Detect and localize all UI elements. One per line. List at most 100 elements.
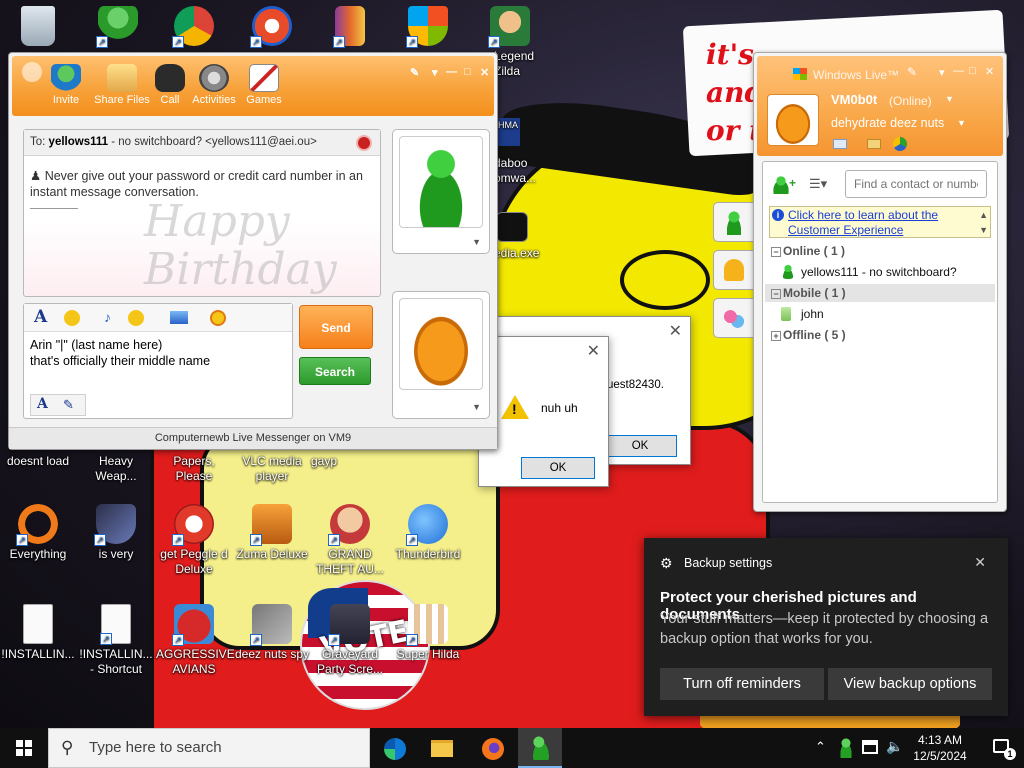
taskbar-app-firefox[interactable] xyxy=(470,728,514,768)
backup-notification[interactable]: ⚙ Backup settings ✕ Protect your cherish… xyxy=(644,538,1008,716)
group-offline[interactable]: + Offline ( 5 ) xyxy=(765,326,995,344)
desktop-icon-heavy-weapon[interactable]: Heavy Weap... xyxy=(78,454,154,484)
text-mode-icon[interactable]: A xyxy=(37,396,48,412)
minimize-icon[interactable]: — xyxy=(446,66,457,78)
desktop-icon-chrome[interactable]: ↗ xyxy=(156,6,232,49)
show-hidden-icons-icon[interactable]: ⌃ xyxy=(815,739,826,755)
contacts-tab[interactable] xyxy=(713,202,753,242)
scroll-up-icon[interactable]: ▲ xyxy=(979,208,988,223)
desktop-icon-peggle-deluxe[interactable]: ↗ get Peggle d Deluxe xyxy=(156,504,232,577)
my-status[interactable]: (Online) xyxy=(889,94,932,108)
activities-button[interactable]: Activities xyxy=(186,64,242,106)
volume-icon[interactable]: 🔈 xyxy=(886,738,903,755)
nudge-icon[interactable] xyxy=(210,310,226,326)
maximize-icon[interactable]: □ xyxy=(969,65,976,77)
taskbar-app-edge[interactable] xyxy=(372,728,416,768)
wink-icon[interactable] xyxy=(128,310,144,326)
desktop-icon-installing[interactable]: !INSTALLIN... xyxy=(0,604,76,662)
close-icon[interactable]: ✕ xyxy=(587,341,600,361)
conversation-history[interactable]: Happy Birthday To: yellows111 - no switc… xyxy=(23,129,381,297)
paint-icon[interactable]: ✎ xyxy=(907,65,917,79)
close-icon[interactable]: ✕ xyxy=(985,65,994,78)
collapse-icon[interactable]: − xyxy=(771,289,781,299)
desktop-icon-thunderbird[interactable]: ↗ Thunderbird xyxy=(390,504,466,562)
ok-button[interactable]: OK xyxy=(521,457,595,479)
desktop-icon-zuma[interactable]: ↗ Zuma Deluxe xyxy=(234,504,310,562)
activities-tab[interactable] xyxy=(713,298,753,338)
search-button[interactable]: Search xyxy=(299,357,371,385)
windows-live-messenger-window[interactable]: Windows Live™ ✎ ▾ — □ ✕ VM0b0t (Online) … xyxy=(753,52,1007,512)
group-mobile[interactable]: − Mobile ( 1 ) xyxy=(765,284,995,302)
desktop-icon-vlc[interactable]: VLC media player xyxy=(234,454,310,484)
desktop-icon-recycle-bin[interactable] xyxy=(0,6,76,49)
scroll-down-icon[interactable]: ▼ xyxy=(979,223,988,238)
msn-conversation-window[interactable]: Invite Share Files Call Activities Games… xyxy=(8,52,498,450)
desktop-icon-graveyard[interactable]: ↗ Graveyard Party Scre... xyxy=(312,604,388,677)
personal-message[interactable]: dehydrate deez nuts xyxy=(831,116,944,130)
my-avatar[interactable] xyxy=(767,94,819,146)
contact-yellows111[interactable]: yellows111 - no switchboard? xyxy=(781,264,957,280)
alerts-tab[interactable] xyxy=(713,250,753,290)
desktop-icon-peggle[interactable]: ↗ xyxy=(234,6,310,49)
desktop-icon-papers-please[interactable]: Papers, Please xyxy=(156,454,232,484)
taskbar-app-file-explorer[interactable] xyxy=(420,728,464,768)
background-icon[interactable] xyxy=(170,311,188,324)
desktop-icon-windows-security[interactable]: ↗ xyxy=(390,6,466,49)
menu-arrow-icon[interactable]: ▾ xyxy=(432,66,438,79)
contact-john[interactable]: john xyxy=(781,306,824,322)
action-center-button[interactable]: 1 xyxy=(980,728,1024,768)
list-view-icon[interactable]: ☰▾ xyxy=(809,176,827,192)
contact-display-picture[interactable]: ▼ xyxy=(392,129,490,254)
desktop-icon-msn[interactable]: ↗ xyxy=(80,6,156,49)
taskbar-app-messenger[interactable] xyxy=(518,728,562,768)
send-button[interactable]: Send xyxy=(299,305,373,349)
customer-experience-link[interactable]: Click here to learn about the Customer E… xyxy=(788,208,938,237)
contact-list-panel[interactable]: + ☰▾ i Click here to learn about the Cus… xyxy=(762,161,998,503)
font-icon[interactable]: A xyxy=(34,307,47,327)
collapse-icon[interactable]: − xyxy=(771,247,781,257)
group-online[interactable]: − Online ( 1 ) xyxy=(765,242,995,260)
close-icon[interactable]: ✕ xyxy=(669,321,682,341)
desktop-icon-deez-nuts-spy[interactable]: ↗ deez nuts spy xyxy=(234,604,310,662)
games-button[interactable]: Games xyxy=(236,64,292,106)
expand-icon[interactable]: + xyxy=(771,331,781,341)
network-icon[interactable] xyxy=(862,740,878,754)
message-input[interactable]: Arin "|" (last name here) that's officia… xyxy=(30,337,290,369)
desktop-icon-winrar[interactable]: ↗ xyxy=(312,6,388,49)
invite-button[interactable]: Invite xyxy=(38,64,94,106)
voice-clip-icon[interactable]: ♪ xyxy=(104,309,111,325)
my-display-picture[interactable]: ▼ xyxy=(392,291,490,419)
folder-icon[interactable] xyxy=(867,139,881,149)
desktop-icon-super-hilda[interactable]: ↗ Super Hilda xyxy=(390,604,466,662)
desktop-icon-is-very[interactable]: ↗ is very xyxy=(78,504,154,562)
block-icon[interactable] xyxy=(356,135,372,151)
ok-button[interactable]: OK xyxy=(603,435,677,457)
desktop-icon-doesnt-load[interactable]: doesnt load xyxy=(0,454,76,469)
my-display-name[interactable]: VM0b0t xyxy=(831,92,877,107)
compose-box[interactable]: A ♪ Arin "|" (last name here) that's off… xyxy=(23,303,293,419)
desktop-icon-installing-shortcut[interactable]: ↗ !INSTALLIN... - Shortcut xyxy=(78,604,154,677)
menu-arrow-icon[interactable]: ▾ xyxy=(939,66,945,79)
paint-icon[interactable]: ✎ xyxy=(410,66,419,79)
message-arrow-icon[interactable]: ▼ xyxy=(957,118,966,128)
maximize-icon[interactable]: □ xyxy=(464,66,471,78)
turn-off-reminders-button[interactable]: Turn off reminders xyxy=(660,668,824,700)
dropdown-arrow-icon[interactable]: ▼ xyxy=(472,402,481,412)
desktop-icon-media-exe[interactable]: edia.exe xyxy=(494,212,544,261)
desktop-icon-aggressive-avians[interactable]: ↗ AGGRESSIVE AVIANS xyxy=(156,604,235,677)
info-banner[interactable]: i Click here to learn about the Customer… xyxy=(769,206,991,238)
spaces-icon[interactable] xyxy=(893,137,907,151)
emoticon-icon[interactable] xyxy=(64,310,80,326)
handwriting-mode-icon[interactable]: ✎ xyxy=(63,397,74,413)
dropdown-arrow-icon[interactable]: ▼ xyxy=(472,237,481,247)
minimize-icon[interactable]: — xyxy=(953,65,964,77)
find-contact-input[interactable] xyxy=(845,170,987,198)
clock[interactable]: 4:13 AM 12/5/2024 xyxy=(906,732,974,764)
status-arrow-icon[interactable]: ▼ xyxy=(945,94,954,104)
tray-messenger-icon[interactable] xyxy=(838,738,854,758)
desktop-icon-gayp[interactable]: gayp xyxy=(300,454,348,469)
close-icon[interactable]: ✕ xyxy=(480,66,489,79)
mail-icon[interactable] xyxy=(833,139,847,149)
start-button[interactable] xyxy=(0,728,48,768)
desktop-icon-everything[interactable]: ↗ Everything xyxy=(0,504,76,562)
